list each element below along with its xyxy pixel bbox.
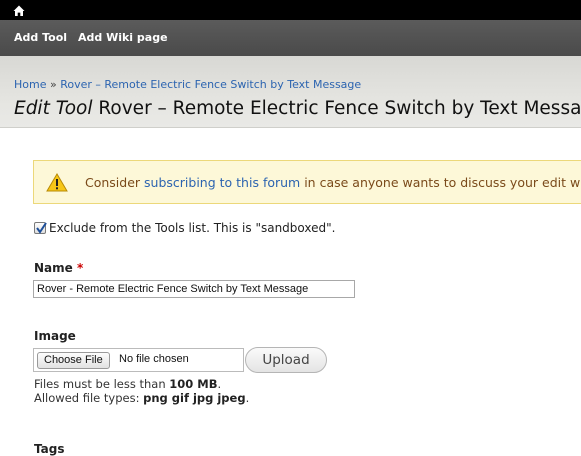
file-size-help: Files must be less than 100 MB. bbox=[34, 377, 221, 391]
size-help-value: 100 MB bbox=[169, 377, 218, 391]
page-title-prefix: Edit Tool bbox=[14, 98, 93, 119]
add-wiki-page-link[interactable]: Add Wiki page bbox=[78, 31, 168, 44]
types-help-value: png gif jpg jpeg bbox=[143, 391, 246, 405]
file-picker[interactable]: Choose File No file chosen bbox=[33, 348, 244, 372]
warning-text-after: in case anyone wants to discuss your edi… bbox=[300, 175, 581, 190]
types-help-prefix: Allowed file types: bbox=[34, 391, 144, 405]
types-help-suffix: . bbox=[245, 391, 250, 405]
page-header: Home » Rover – Remote Electric Fence Swi… bbox=[0, 56, 581, 128]
warning-text: Consider subscribing to this forum in ca… bbox=[85, 175, 580, 190]
size-help-prefix: Files must be less than bbox=[34, 377, 170, 391]
breadcrumb-home-link[interactable]: Home bbox=[14, 78, 46, 91]
page-title: Edit Tool Rover – Remote Electric Fence … bbox=[14, 98, 581, 119]
image-label: Image bbox=[34, 329, 76, 343]
subscribe-forum-link[interactable]: subscribing to this forum bbox=[144, 175, 300, 190]
required-marker: * bbox=[76, 261, 84, 275]
breadcrumb: Home » Rover – Remote Electric Fence Swi… bbox=[14, 78, 361, 91]
page-title-name: Rover – Remote Electric Fence Switch by … bbox=[98, 98, 581, 119]
name-label: Name * bbox=[34, 261, 83, 275]
size-help-suffix: . bbox=[217, 377, 222, 391]
name-label-text: Name bbox=[34, 261, 73, 275]
name-input[interactable] bbox=[33, 280, 355, 298]
upload-button[interactable]: Upload bbox=[245, 347, 327, 373]
file-types-help: Allowed file types: png gif jpg jpeg. bbox=[34, 391, 249, 405]
no-file-text: No file chosen bbox=[119, 353, 189, 365]
top-bar bbox=[0, 0, 581, 20]
tags-label: Tags bbox=[34, 442, 65, 456]
add-tool-link[interactable]: Add Tool bbox=[14, 31, 67, 44]
exclude-label: Exclude from the Tools list. This is "sa… bbox=[49, 221, 336, 235]
exclude-checkbox[interactable] bbox=[34, 222, 47, 234]
warning-icon bbox=[46, 173, 68, 192]
exclude-row: Exclude from the Tools list. This is "sa… bbox=[34, 221, 335, 235]
home-icon[interactable] bbox=[13, 2, 25, 16]
warning-text-before: Consider bbox=[85, 175, 145, 190]
admin-toolbar: Add Tool Add Wiki page bbox=[0, 20, 581, 56]
choose-file-button[interactable]: Choose File bbox=[37, 352, 110, 369]
checkmark-icon bbox=[36, 222, 47, 234]
warning-message: Consider subscribing to this forum in ca… bbox=[33, 160, 581, 204]
breadcrumb-separator: » bbox=[49, 78, 57, 91]
breadcrumb-current-link[interactable]: Rover – Remote Electric Fence Switch by … bbox=[60, 78, 361, 91]
